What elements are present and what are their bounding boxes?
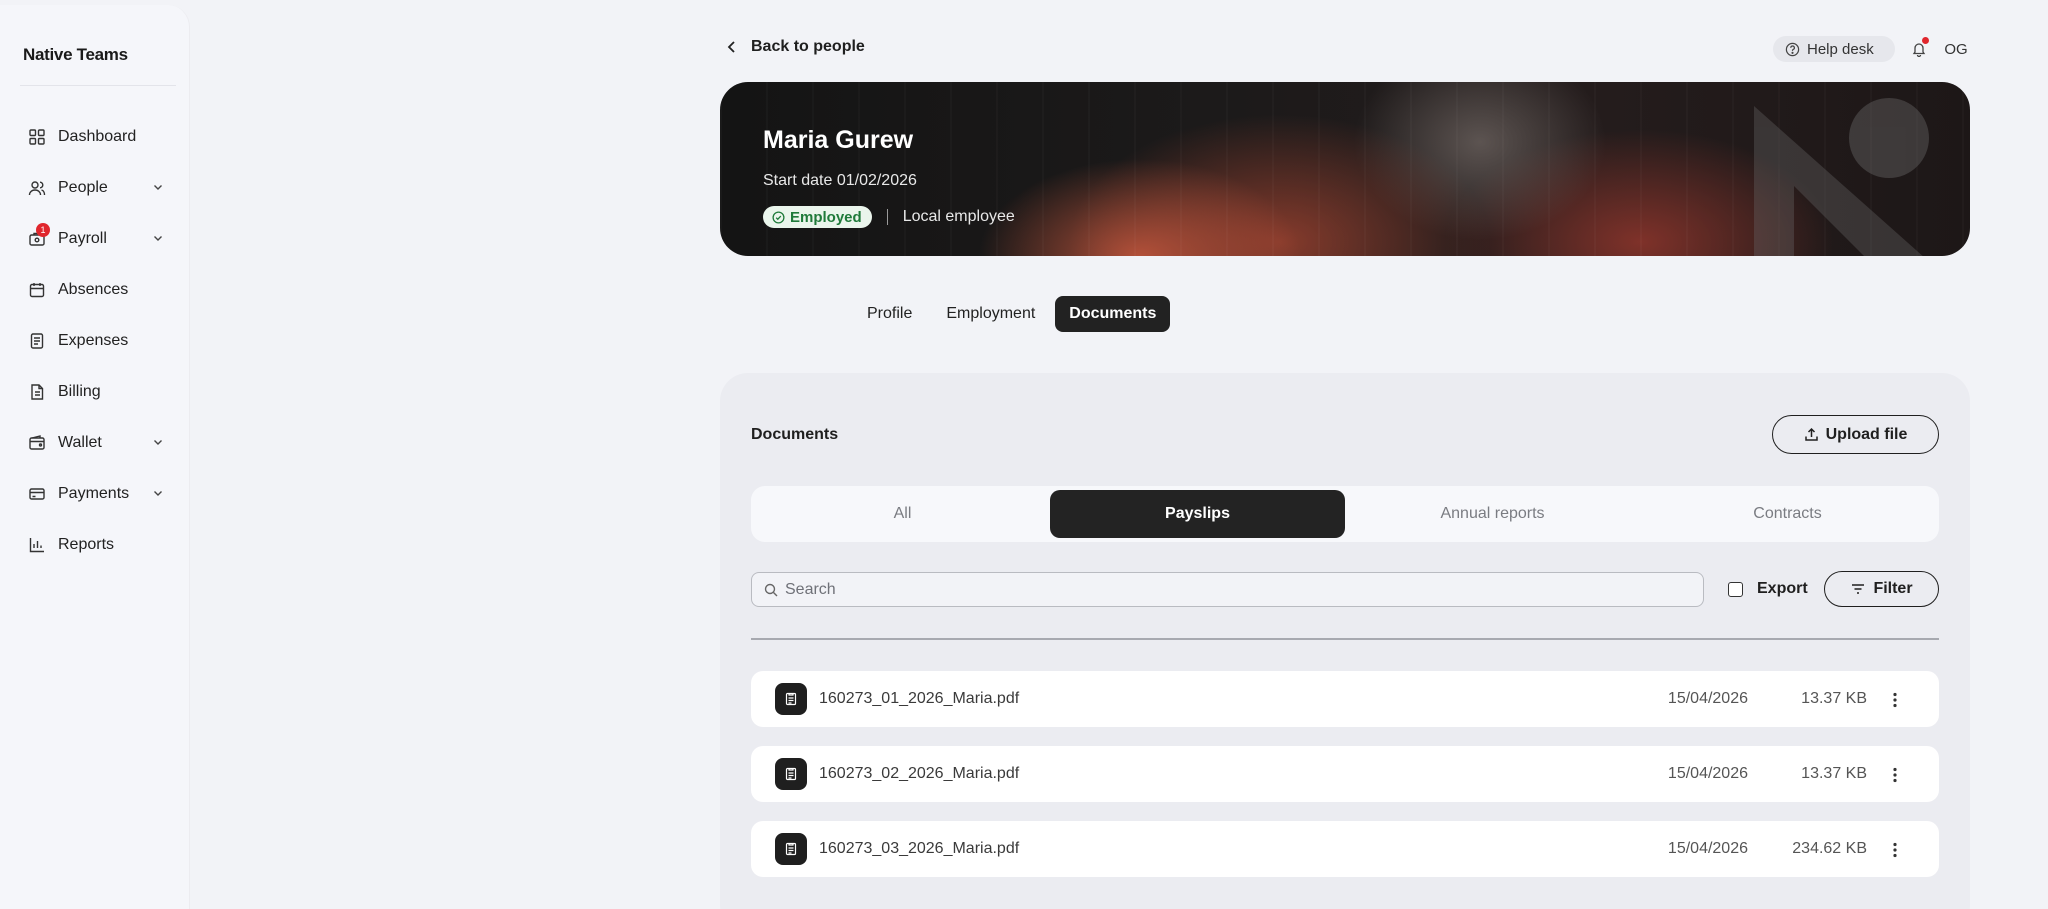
- sidebar-item-wallet[interactable]: Wallet: [0, 417, 190, 468]
- category-tab-annual-reports[interactable]: Annual reports: [1345, 490, 1640, 538]
- question-circle-icon: [1785, 42, 1800, 56]
- tab-profile[interactable]: Profile: [853, 296, 926, 332]
- document-row[interactable]: 160273_01_2026_Maria.pdf 15/04/2026 13.3…: [751, 671, 1939, 727]
- documents-title: Documents: [751, 426, 839, 443]
- calendar-icon: [28, 281, 46, 299]
- search-box: [751, 572, 1704, 607]
- document-row[interactable]: 160273_03_2026_Maria.pdf 15/04/2026 234.…: [751, 821, 1939, 877]
- upload-file-label: Upload file: [1825, 425, 1908, 443]
- notification-dot: [1922, 37, 1929, 44]
- document-date: 15/04/2026: [1667, 690, 1748, 707]
- document-name[interactable]: 160273_02_2026_Maria.pdf: [819, 765, 1019, 783]
- tab-documents[interactable]: Documents: [1055, 296, 1171, 332]
- sidebar-nav: Dashboard People 1 Payroll Absences Expe…: [0, 111, 190, 570]
- export-checkbox[interactable]: [1728, 581, 1743, 597]
- notifications-button[interactable]: [1907, 37, 1931, 61]
- chevron-down-icon[interactable]: [152, 436, 164, 448]
- sidebar-item-label: Reports: [58, 535, 115, 553]
- card-icon: [28, 485, 46, 503]
- document-size: 13.37 KB: [1801, 765, 1867, 782]
- search-icon: [764, 583, 778, 596]
- filter-label: Filter: [1873, 580, 1913, 597]
- back-label: Back to people: [751, 38, 865, 55]
- status-badge: Employed: [763, 206, 872, 228]
- upload-file-button[interactable]: Upload file: [1772, 415, 1939, 454]
- category-tab-contracts[interactable]: Contracts: [1640, 490, 1935, 538]
- brand-logo[interactable]: Native Teams: [23, 45, 128, 65]
- more-options-icon[interactable]: [1885, 765, 1905, 785]
- employment-type: Local employee: [902, 208, 1015, 225]
- app-root: Native Teams Dashboard People 1 Payroll …: [0, 0, 2048, 909]
- status-separator: [886, 209, 888, 225]
- employee-hero-banner: Maria Gurew Start date 01/02/2026 Employ…: [720, 82, 1970, 256]
- tab-employment[interactable]: Employment: [932, 296, 1049, 332]
- sidebar: Native Teams Dashboard People 1 Payroll …: [0, 5, 190, 909]
- chevron-left-icon: [727, 41, 735, 53]
- list-divider: [751, 638, 1939, 640]
- user-avatar[interactable]: OG: [1942, 35, 1970, 63]
- help-desk-label: Help desk: [1807, 40, 1874, 58]
- help-desk-button[interactable]: Help desk: [1773, 36, 1895, 62]
- bar-chart-icon: [28, 536, 46, 554]
- document-file-icon: [775, 758, 807, 790]
- receipt-icon: [28, 332, 46, 350]
- upload-icon: [1804, 427, 1818, 441]
- people-icon: [28, 179, 46, 197]
- document-category-tabs: All Payslips Annual reports Contracts: [751, 486, 1939, 542]
- sidebar-item-reports[interactable]: Reports: [0, 519, 190, 570]
- chevron-down-icon[interactable]: [152, 181, 164, 193]
- sidebar-item-label: People: [58, 178, 108, 196]
- category-tab-all[interactable]: All: [755, 490, 1050, 538]
- employee-status-row: Employed Local employee: [763, 206, 1015, 228]
- sidebar-item-label: Absences: [58, 280, 129, 298]
- sidebar-item-label: Payments: [58, 484, 130, 502]
- document-row[interactable]: 160273_02_2026_Maria.pdf 15/04/2026 13.3…: [751, 746, 1939, 802]
- chevron-down-icon[interactable]: [152, 232, 164, 244]
- employee-start-date: Start date 01/02/2026: [763, 172, 917, 189]
- more-options-icon[interactable]: [1885, 690, 1905, 710]
- sidebar-item-label: Dashboard: [58, 127, 137, 145]
- category-tab-payslips[interactable]: Payslips: [1050, 490, 1345, 538]
- export-label: Export: [1757, 580, 1808, 597]
- document-file-icon: [775, 683, 807, 715]
- document-date: 15/04/2026: [1667, 840, 1748, 857]
- status-badge-label: Employed: [790, 208, 862, 226]
- document-name[interactable]: 160273_03_2026_Maria.pdf: [819, 840, 1019, 858]
- sidebar-item-payments[interactable]: Payments: [0, 468, 190, 519]
- sidebar-item-label: Wallet: [58, 433, 102, 451]
- document-name[interactable]: 160273_01_2026_Maria.pdf: [819, 690, 1019, 708]
- sidebar-item-expenses[interactable]: Expenses: [0, 315, 190, 366]
- document-file-icon: [775, 833, 807, 865]
- chevron-down-icon[interactable]: [152, 487, 164, 499]
- export-toggle[interactable]: Export: [1728, 580, 1808, 598]
- filter-button[interactable]: Filter: [1824, 571, 1939, 607]
- filter-icon: [1852, 584, 1865, 594]
- back-to-people-link[interactable]: Back to people: [725, 38, 865, 56]
- sidebar-divider: [20, 85, 176, 86]
- sidebar-item-dashboard[interactable]: Dashboard: [0, 111, 190, 162]
- documents-card: Documents Upload file All Payslips Annua…: [720, 373, 1970, 909]
- invoice-icon: [28, 383, 46, 401]
- sidebar-item-billing[interactable]: Billing: [0, 366, 190, 417]
- sidebar-item-label: Payroll: [58, 229, 107, 247]
- sidebar-item-absences[interactable]: Absences: [0, 264, 190, 315]
- brand-mark-watermark: [1754, 98, 1929, 256]
- grid-icon: [28, 128, 46, 146]
- check-circle-icon: [772, 210, 785, 224]
- sidebar-item-payroll[interactable]: 1 Payroll: [0, 213, 190, 264]
- employee-name: Maria Gurew: [763, 126, 914, 154]
- sidebar-item-label: Expenses: [58, 331, 129, 349]
- profile-tabs: Profile Employment Documents: [853, 296, 1176, 332]
- sidebar-item-label: Billing: [58, 382, 101, 400]
- sidebar-item-people[interactable]: People: [0, 162, 190, 213]
- payroll-notification-badge: 1: [36, 223, 50, 237]
- document-size: 234.62 KB: [1792, 840, 1867, 857]
- wallet-icon: [28, 434, 46, 452]
- document-size: 13.37 KB: [1801, 690, 1867, 707]
- search-input[interactable]: [785, 580, 1703, 599]
- more-options-icon[interactable]: [1885, 840, 1905, 860]
- document-list: 160273_01_2026_Maria.pdf 15/04/2026 13.3…: [751, 671, 1939, 896]
- document-date: 15/04/2026: [1667, 765, 1748, 782]
